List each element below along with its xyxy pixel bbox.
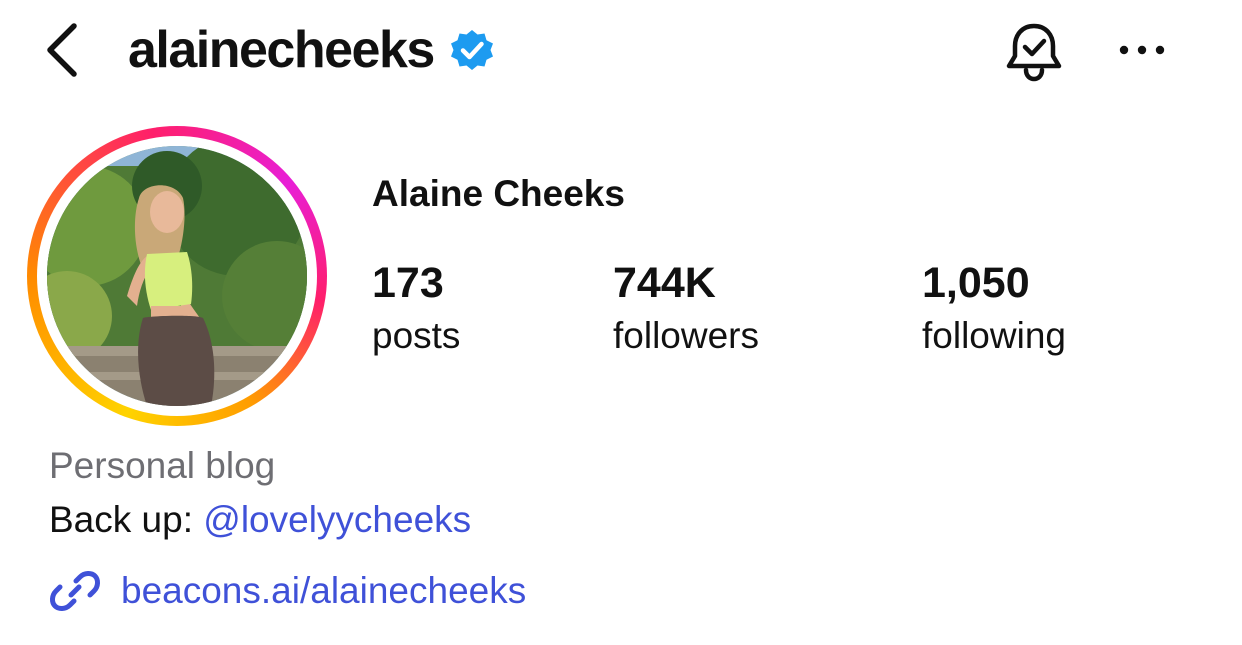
posts-count: 173 (372, 259, 444, 307)
back-button[interactable] (32, 20, 92, 80)
external-link[interactable]: beacons.ai/alainecheeks (47, 563, 526, 619)
more-horizontal-icon (1119, 45, 1165, 55)
profile-category: Personal blog (49, 445, 276, 486)
link-text: beacons.ai/alainecheeks (121, 570, 527, 611)
posts-label: posts (372, 315, 461, 356)
followers-label: followers (613, 315, 759, 356)
username: alainecheeks (128, 21, 435, 79)
more-options-button[interactable] (1112, 22, 1172, 78)
stat-following[interactable]: 1,050 following (922, 258, 1066, 364)
stat-posts[interactable]: 173 posts (372, 258, 460, 364)
stat-followers[interactable]: 744K followers (613, 258, 759, 364)
chevron-left-icon (47, 23, 77, 77)
bio-backup-prefix: Back up: (49, 499, 204, 540)
link-icon (47, 563, 103, 619)
top-bar: alainecheeks (0, 0, 1242, 100)
notifications-button[interactable] (998, 16, 1070, 88)
following-label: following (922, 315, 1066, 356)
avatar (47, 146, 307, 406)
backup-account-mention[interactable]: @lovelyycheeks (203, 499, 471, 540)
username-header: alainecheeks (128, 18, 496, 82)
bell-check-icon (1006, 23, 1062, 82)
story-ring[interactable] (27, 126, 327, 426)
display-name: Alaine Cheeks (372, 173, 625, 214)
bio-backup-line: Back up: @lovelyycheeks (49, 497, 471, 543)
following-count: 1,050 (922, 259, 1030, 307)
followers-count: 744K (613, 259, 716, 307)
verified-badge-icon (448, 26, 496, 74)
